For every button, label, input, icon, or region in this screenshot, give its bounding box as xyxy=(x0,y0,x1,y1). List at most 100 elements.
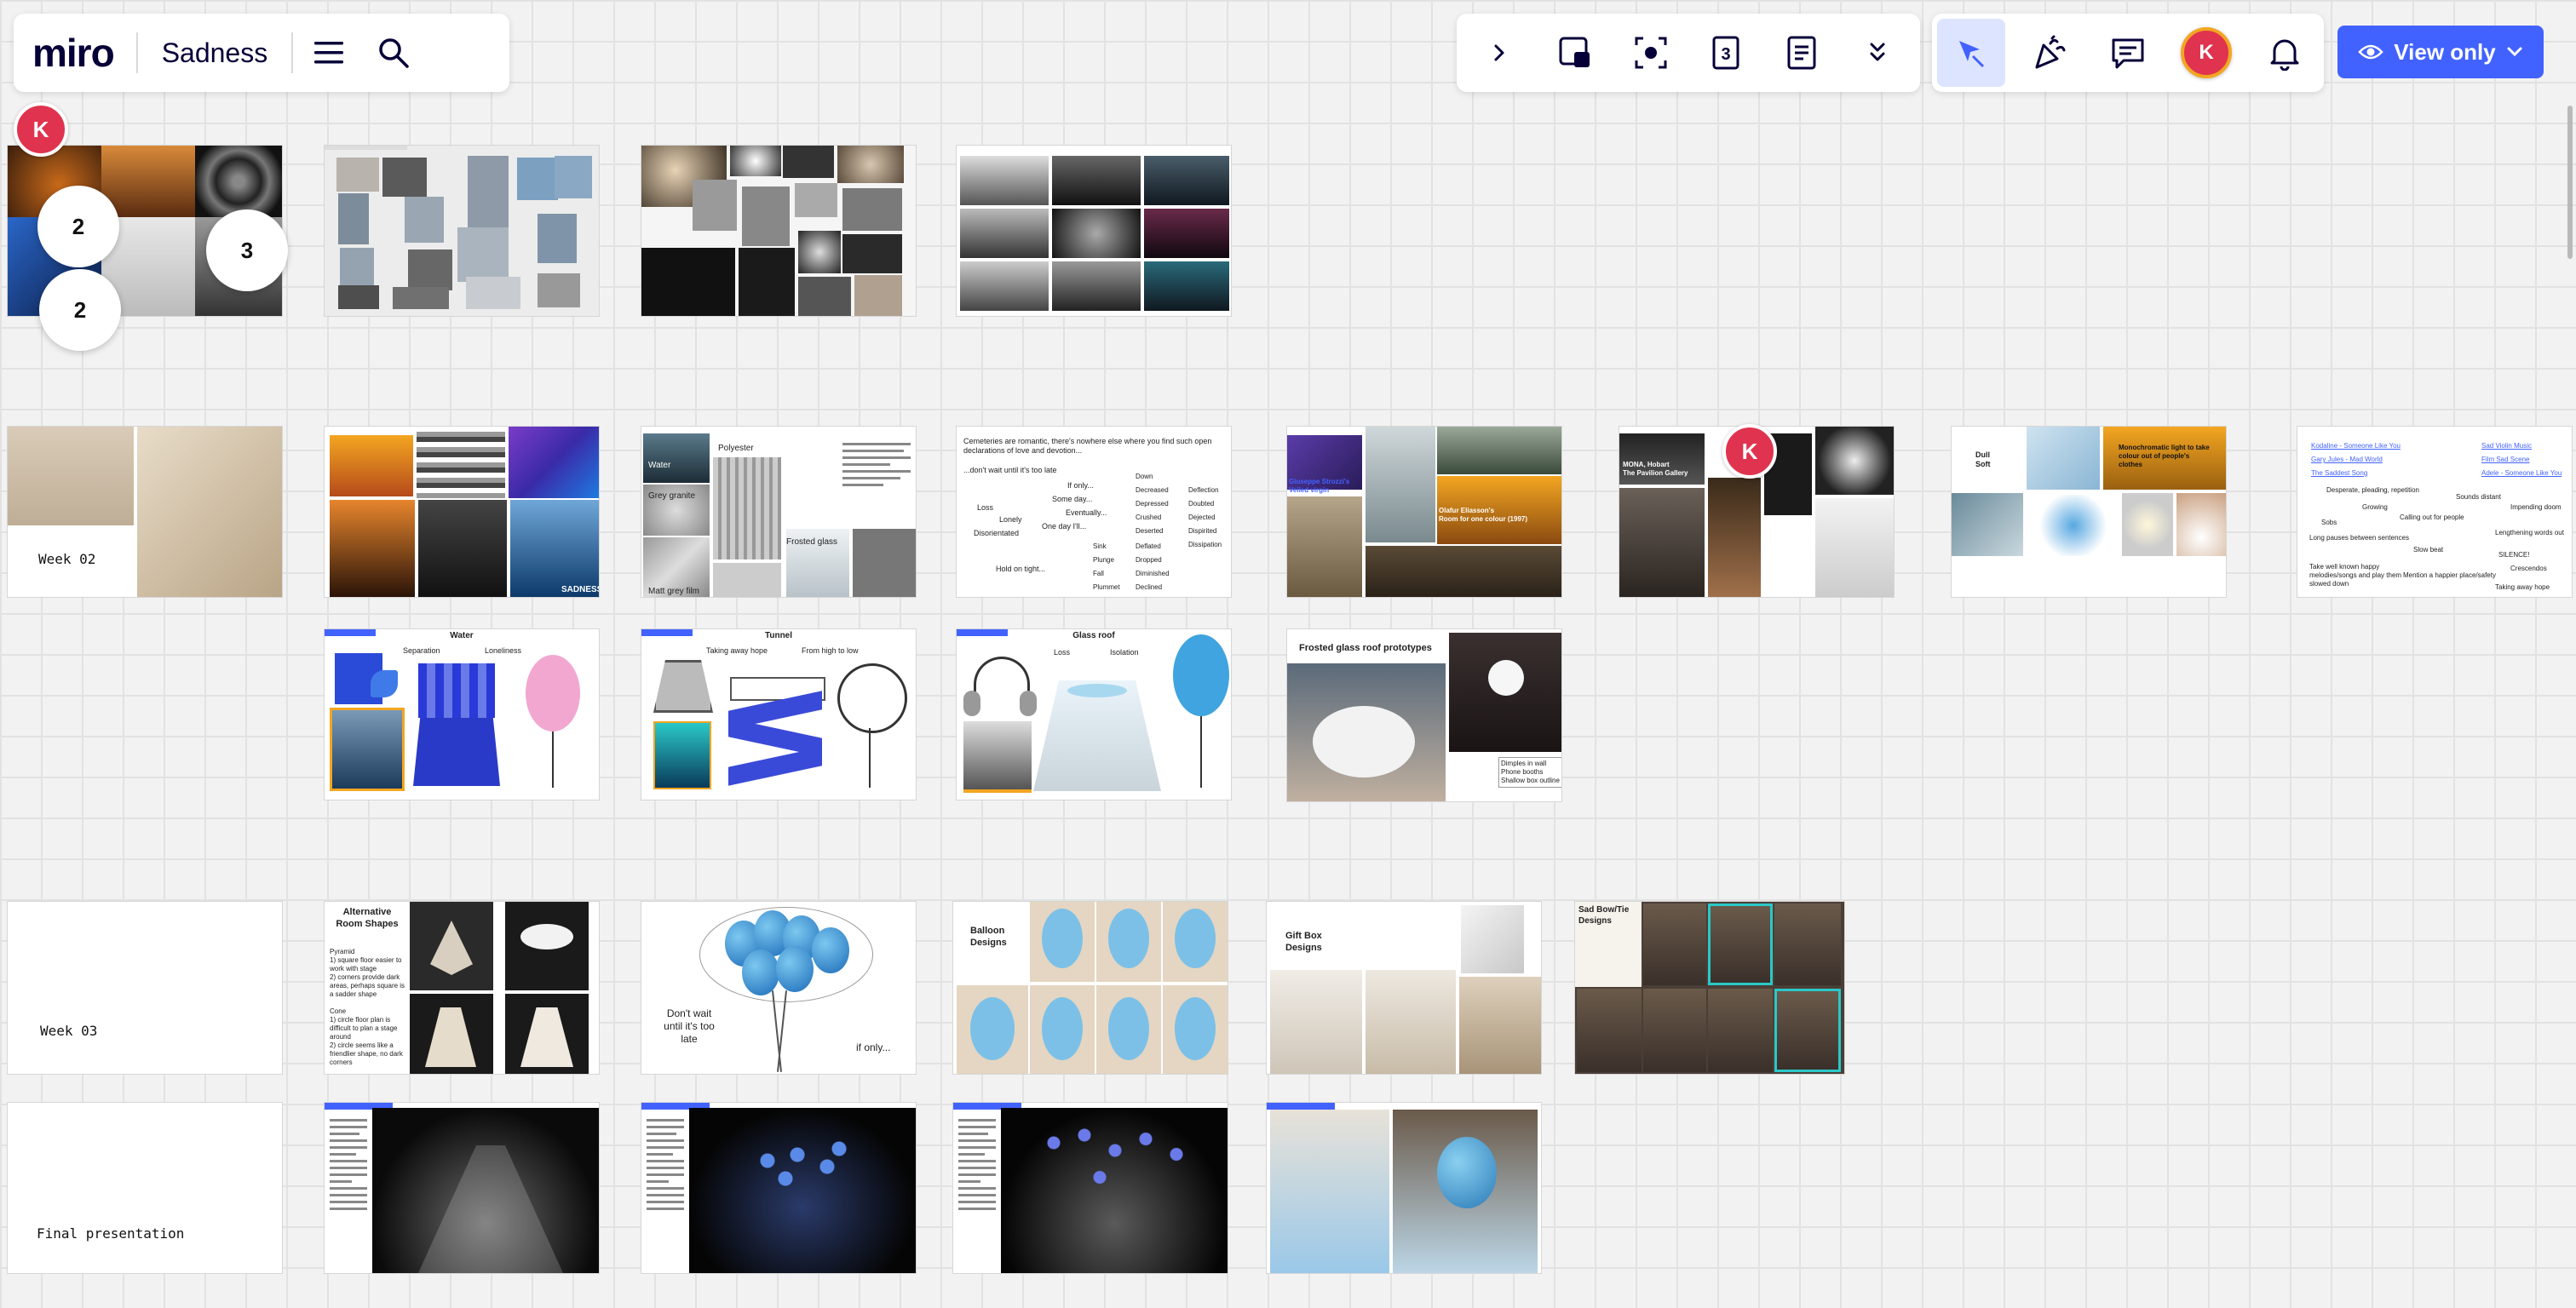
board-tools-panel: 3 xyxy=(1457,14,1920,92)
notes-icon[interactable] xyxy=(1768,19,1836,87)
hamburger-menu-icon[interactable] xyxy=(296,20,361,85)
frame-images[interactable]: Giuseppe Strozzi's Veiled virgin Olafur … xyxy=(1286,426,1562,598)
avatar[interactable]: K xyxy=(2181,27,2232,78)
week-label: Week 03 xyxy=(40,1023,98,1039)
material-label: Grey granite xyxy=(648,491,696,501)
frame-text[interactable]: Cemeteries are romantic, there's nowhere… xyxy=(956,426,1232,598)
image-tile xyxy=(510,500,599,597)
image-tile xyxy=(713,457,781,559)
image-tile xyxy=(417,427,505,498)
image-tile xyxy=(643,433,710,483)
image-tile xyxy=(1144,209,1229,258)
word: Crushed xyxy=(1136,513,1162,521)
search-icon[interactable] xyxy=(361,20,426,85)
bell-icon[interactable] xyxy=(2251,19,2319,87)
image-tile xyxy=(960,261,1049,311)
comment-count-bubble[interactable]: 2 xyxy=(37,186,119,267)
frames-icon[interactable] xyxy=(1541,19,1609,87)
balloon-cluster xyxy=(744,1137,863,1196)
image-tile xyxy=(798,231,841,273)
frame-room-objects[interactable] xyxy=(324,145,600,317)
image-tile xyxy=(338,285,379,309)
image-tile xyxy=(1708,478,1761,597)
frame-final-presentation[interactable]: Final presentation xyxy=(7,1102,283,1274)
eye-icon xyxy=(2358,44,2383,60)
audio-link[interactable]: Kodaline - Someone Like You xyxy=(2311,442,2401,450)
vertical-scrollbar[interactable] xyxy=(2567,106,2573,259)
chevron-double-down-icon[interactable] xyxy=(1843,19,1912,87)
image-tile xyxy=(418,500,507,597)
dull-soft-label: Dull Soft xyxy=(1975,450,1991,469)
comment-count-bubble[interactable]: 2 xyxy=(39,269,121,351)
material-label: Polyester xyxy=(718,444,754,453)
frame-lighting[interactable]: Dull Soft Monochromatic light to take co… xyxy=(1951,426,2227,598)
audio-link[interactable]: Film Sad Scene xyxy=(2481,456,2529,464)
image-tile xyxy=(382,158,427,197)
frame-water[interactable]: Water Separation Loneliness xyxy=(324,628,600,800)
frame-glass-roof[interactable]: Glass roof Loss Isolation xyxy=(956,628,1232,800)
frame-dont-wait[interactable]: Don't wait until it's too late if only..… xyxy=(641,901,917,1075)
image-tile xyxy=(538,214,577,263)
audio-link[interactable]: Adele - Someone Like You xyxy=(2481,469,2562,478)
image-tile xyxy=(730,146,781,176)
bow-photo xyxy=(1708,989,1773,1072)
bow-photo xyxy=(1577,989,1642,1072)
frame-sad-bow-tie-designs[interactable]: Sad Bow/Tie Designs xyxy=(1574,901,1845,1075)
frame-title: Alternative Room Shapes xyxy=(336,907,399,929)
frame-title: Water xyxy=(450,631,474,640)
collaborator-avatar[interactable]: K xyxy=(1722,424,1777,479)
image-tile xyxy=(340,248,374,289)
concept-word: Separation xyxy=(403,646,440,655)
audio-link[interactable]: The Saddest Song xyxy=(2311,469,2367,478)
text-block xyxy=(842,439,911,490)
audio-link[interactable]: Sad Violin Music xyxy=(2481,442,2532,450)
frame-gift-box-designs[interactable]: Gift Box Designs xyxy=(1266,901,1542,1075)
image-tile xyxy=(1052,261,1141,311)
sketch-shape xyxy=(520,924,573,949)
frame-week-03[interactable]: Week 03 xyxy=(7,901,283,1075)
frame-colour[interactable]: SADNESS xyxy=(324,426,600,598)
frame-week-02[interactable]: Week 02 xyxy=(7,426,283,598)
image-tile xyxy=(2027,495,2120,556)
word: Sink xyxy=(1093,542,1107,550)
balloon-photo xyxy=(1030,902,1095,982)
user-avatar[interactable]: K xyxy=(2172,19,2240,87)
word: Down xyxy=(1136,473,1153,480)
miro-logo[interactable]: miro xyxy=(14,30,136,76)
comment-count-bubble[interactable]: 3 xyxy=(206,209,288,291)
frame-render-2[interactable] xyxy=(641,1102,917,1274)
frame-render-3[interactable] xyxy=(952,1102,1228,1274)
sketch-shape xyxy=(1020,691,1037,716)
image-tile xyxy=(1287,496,1362,597)
frame-alternative-room-shapes[interactable]: Alternative Room Shapes Pyramid 1) squar… xyxy=(324,901,600,1075)
focus-icon[interactable] xyxy=(1617,19,1685,87)
image-tile xyxy=(842,188,902,231)
word: Dissipation xyxy=(1188,541,1222,548)
frame-digital-shell[interactable] xyxy=(956,145,1232,317)
balloon-photo xyxy=(1163,902,1228,982)
frame-audio[interactable]: Kodaline - Someone Like You Gary Jules -… xyxy=(2297,426,2573,598)
gift-box-photo xyxy=(1461,905,1524,973)
page-3-icon[interactable]: 3 xyxy=(1692,19,1760,87)
bow-photo xyxy=(1643,989,1706,1072)
frame-emotional-objects[interactable] xyxy=(641,145,917,317)
cursor-follow-icon[interactable] xyxy=(1937,19,2005,87)
frame-frosted-glass-roof[interactable]: Frosted glass roof prototypes Dimples in… xyxy=(1286,628,1562,802)
audio-word: Calling out for people xyxy=(2400,513,2464,521)
audio-link[interactable]: Gary Jules - Mad World xyxy=(2311,456,2383,464)
frame-balloon-designs[interactable]: Balloon Designs xyxy=(952,901,1228,1075)
view-only-button[interactable]: View only xyxy=(2337,26,2544,78)
sketch-shape xyxy=(653,721,711,789)
concept-word: Loneliness xyxy=(485,646,522,655)
frame-final-gift-box[interactable] xyxy=(1266,1102,1542,1274)
frame-material[interactable]: Water Polyester Grey granite Frosted gla… xyxy=(641,426,917,598)
frame-render-1[interactable] xyxy=(324,1102,600,1274)
chevron-right-icon[interactable] xyxy=(1465,19,1533,87)
comment-icon[interactable] xyxy=(2094,19,2162,87)
audio-word: Mention a happier place/safety xyxy=(2403,571,2496,579)
board-title[interactable]: Sadness xyxy=(138,37,292,69)
image-tile xyxy=(1488,660,1524,696)
party-icon[interactable] xyxy=(2015,19,2084,87)
frame-tunnel[interactable]: Tunnel Taking away hope From high to low xyxy=(641,628,917,800)
collaborator-avatar[interactable]: K xyxy=(14,102,68,157)
